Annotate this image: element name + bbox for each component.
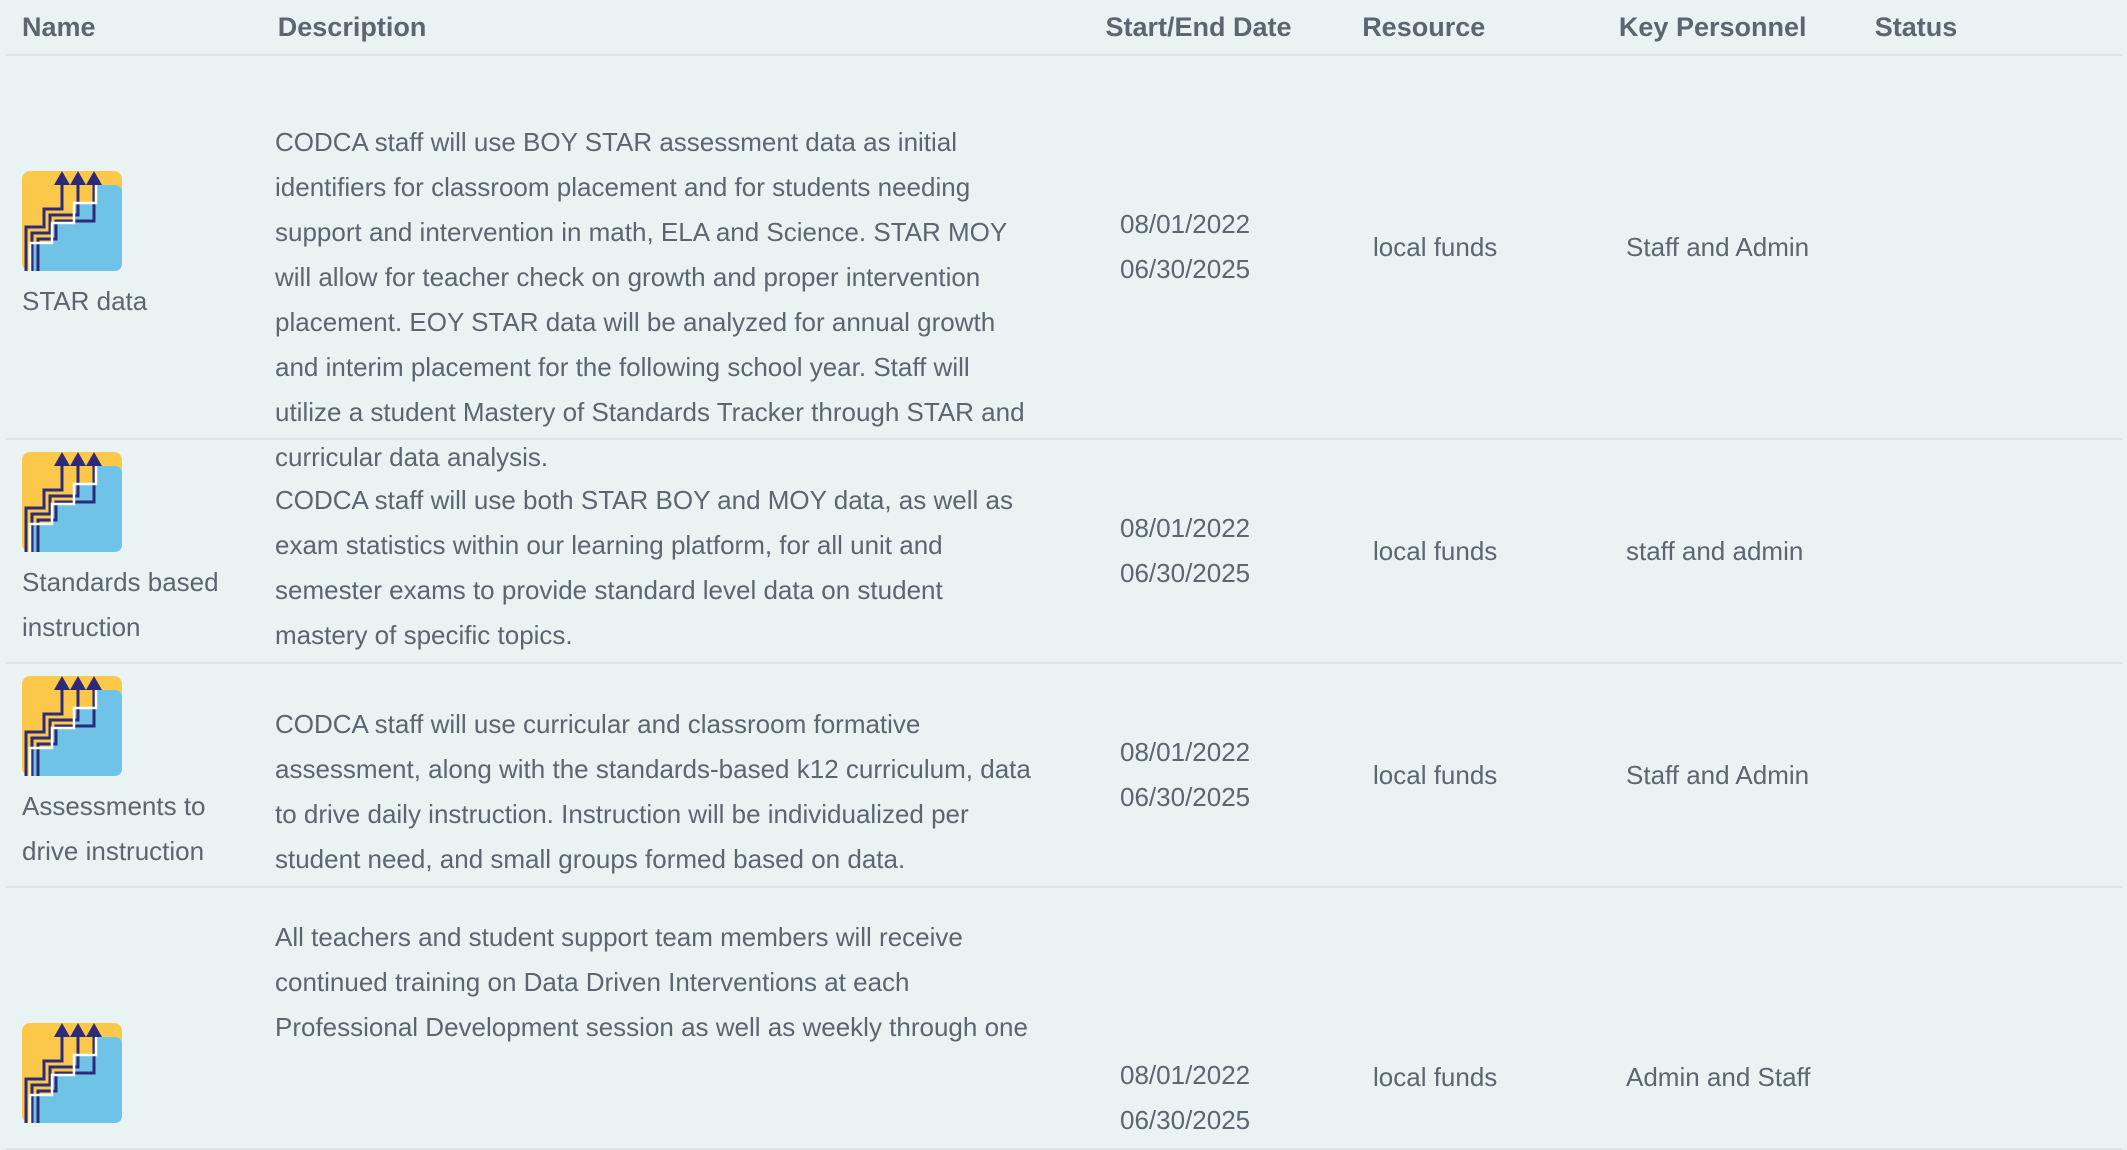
strategy-name[interactable]: Assessments to drive instruction <box>22 784 258 874</box>
start-date: 08/01/2022 <box>1120 737 1251 767</box>
description-cell: CODCA staff will use both STAR BOY and M… <box>258 440 1103 662</box>
description-line: identifiers for classroom placement and … <box>275 172 971 202</box>
description-line: student need, and small groups formed ba… <box>275 844 906 874</box>
header-personnel[interactable]: Key Personnel <box>1602 12 1858 43</box>
end-date: 06/30/2025 <box>1120 782 1251 812</box>
name-cell <box>6 888 258 1148</box>
description-line: support and intervention in math, ELA an… <box>275 217 1008 247</box>
end-date: 06/30/2025 <box>1120 558 1251 588</box>
description-line: semester exams to provide standard level… <box>275 575 943 605</box>
name-cell: STAR data <box>6 56 258 438</box>
header-status[interactable]: Status <box>1858 12 2122 43</box>
header-date[interactable]: Start/End Date <box>1088 12 1345 43</box>
table-row[interactable]: Standards based instruction CODCA staff … <box>6 440 2122 664</box>
description-line: assessment, along with the standards-bas… <box>275 754 1031 784</box>
resource-cell: local funds <box>1373 759 1498 790</box>
description-line: and interim placement for the following … <box>275 352 970 382</box>
status-cell <box>1861 440 2122 662</box>
description-line: CODCA staff will use curricular and clas… <box>275 709 921 739</box>
status-cell <box>1861 664 2122 886</box>
status-cell <box>1861 56 2122 438</box>
description-cell: All teachers and student support team me… <box>258 888 1103 1148</box>
personnel-cell: Staff and Admin <box>1626 231 1810 262</box>
description-line: continued training on Data Driven Interv… <box>275 967 910 997</box>
strategy-name[interactable]: Standards based instruction <box>22 560 258 650</box>
description-line: CODCA staff will use both STAR BOY and M… <box>275 485 1013 515</box>
strategy-name-line: drive instruction <box>22 836 205 866</box>
table-row[interactable]: All teachers and student support team me… <box>6 888 2122 1150</box>
date-cell: 08/01/2022 06/30/2025 <box>1103 664 1356 886</box>
strategy-name-line: Standards based <box>22 567 219 597</box>
header-resource[interactable]: Resource <box>1345 12 1602 43</box>
start-date: 08/01/2022 <box>1120 513 1251 543</box>
personnel-cell: Staff and Admin <box>1626 759 1810 790</box>
resource-cell: local funds <box>1373 231 1498 262</box>
table-row[interactable]: Assessments to drive instruction CODCA s… <box>6 664 2122 888</box>
staircase-arrows-icon <box>22 452 122 552</box>
date-cell: 08/01/2022 06/30/2025 <box>1103 56 1356 438</box>
description-line: exam statistics within our learning plat… <box>275 530 943 560</box>
description-line: placement. EOY STAR data will be analyze… <box>275 307 996 337</box>
personnel-cell: Admin and Staff <box>1626 1062 1811 1092</box>
end-date: 06/30/2025 <box>1120 1105 1251 1135</box>
name-cell: Standards based instruction <box>6 440 258 662</box>
resource-cell: local funds <box>1373 535 1498 566</box>
strategy-name-line: Assessments to <box>22 791 206 821</box>
description-line: utilize a student Mastery of Standards T… <box>275 397 1025 427</box>
start-date: 08/01/2022 <box>1120 209 1251 239</box>
plan-table: Name Description Start/End Date Resource… <box>6 0 2122 1150</box>
description-line: mastery of specific topics. <box>275 620 573 650</box>
header-description[interactable]: Description <box>261 12 1089 43</box>
resource-cell: local funds <box>1373 1062 1498 1092</box>
end-date: 06/30/2025 <box>1120 254 1251 284</box>
description-cell: CODCA staff will use curricular and clas… <box>258 664 1103 886</box>
description-line: to drive daily instruction. Instruction … <box>275 799 969 829</box>
table-row[interactable]: STAR data CODCA staff will use BOY STAR … <box>6 56 2122 472</box>
staircase-arrows-icon <box>22 676 122 776</box>
description-cell: CODCA staff will use BOY STAR assessment… <box>258 56 1103 472</box>
staircase-arrows-icon <box>22 171 122 271</box>
strategy-name-line: instruction <box>22 612 141 642</box>
date-cell: 08/01/2022 06/30/2025 <box>1103 888 1356 1148</box>
description-line: Professional Development session as well… <box>275 1012 1028 1042</box>
status-cell <box>1861 888 2122 1148</box>
description-line: will allow for teacher check on growth a… <box>275 262 981 292</box>
table-header: Name Description Start/End Date Resource… <box>6 0 2122 56</box>
header-name[interactable]: Name <box>6 12 261 43</box>
description-line: All teachers and student support team me… <box>275 922 963 952</box>
strategy-name[interactable]: STAR data <box>22 279 258 324</box>
description-line: CODCA staff will use BOY STAR assessment… <box>275 127 958 157</box>
personnel-cell: staff and admin <box>1626 535 1804 566</box>
name-cell: Assessments to drive instruction <box>6 664 258 886</box>
start-date: 08/01/2022 <box>1120 1060 1251 1090</box>
staircase-arrows-icon <box>22 1023 122 1123</box>
date-cell: 08/01/2022 06/30/2025 <box>1103 440 1356 662</box>
